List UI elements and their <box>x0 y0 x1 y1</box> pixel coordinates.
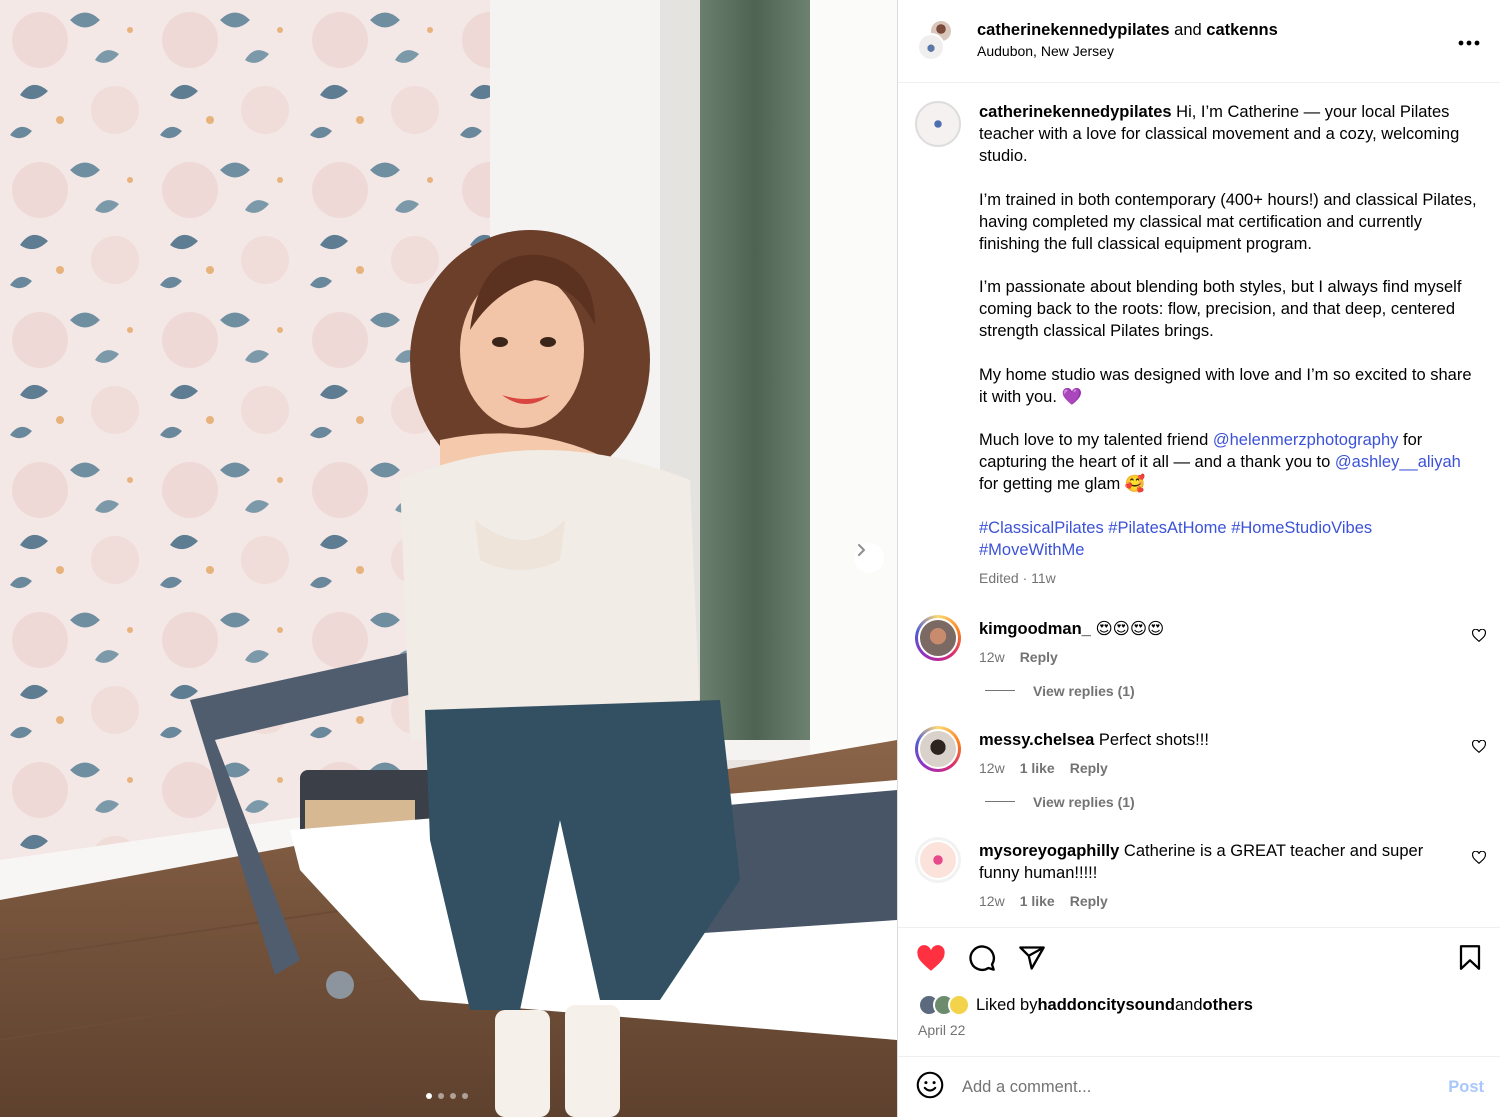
carousel-dot <box>426 1093 432 1099</box>
comment-text: 😍😍😍😍 <box>1090 619 1165 638</box>
collaborator-username[interactable]: catkenns <box>1206 21 1278 39</box>
comment-icon <box>969 945 995 971</box>
reply-button[interactable]: Reply <box>1020 649 1058 665</box>
comment-item: messy.chelsea Perfect shots!!! 12w 1 like… <box>898 725 1500 810</box>
share-icon <box>1019 946 1045 970</box>
like-button[interactable] <box>916 944 946 977</box>
comment-item: mysoreyogaphilly Catherine is a GREAT te… <box>898 836 1500 909</box>
heart-filled-icon <box>917 944 945 971</box>
comment-like-button[interactable] <box>1471 628 1487 647</box>
likes-others-link[interactable]: others <box>1203 996 1253 1015</box>
avatar <box>948 994 970 1016</box>
comment-time[interactable]: 12w <box>979 893 1005 909</box>
avatar <box>917 33 945 61</box>
post-actions <box>916 944 1481 977</box>
comment-item: kimgoodman_ 😍😍😍😍 12w Reply View replies (… <box>898 614 1500 699</box>
caption-text: Much love to my talented friend <box>979 431 1213 449</box>
likes-prefix: Liked by <box>976 995 1038 1014</box>
caption-text: I’m passionate about blending both style… <box>979 278 1462 340</box>
comment-time[interactable]: 12w <box>979 649 1005 665</box>
more-horizontal-icon <box>1458 40 1480 46</box>
carousel-dot <box>450 1093 456 1099</box>
view-replies-label: View replies (1) <box>1033 682 1135 699</box>
reply-button[interactable]: Reply <box>1070 760 1108 776</box>
comments-list[interactable]: catherinekennedypilates Hi, I’m Catherin… <box>898 84 1500 927</box>
post-header: catherinekennedypilates and catkenns Aud… <box>898 0 1500 83</box>
comment-text: Perfect shots!!! <box>1094 730 1209 749</box>
comment-username[interactable]: kimgoodman_ <box>979 620 1091 638</box>
carousel-dot <box>462 1093 468 1099</box>
heart-outline-icon <box>1471 739 1487 753</box>
photo-illustration <box>0 0 897 1117</box>
post-caption: catherinekennedypilates Hi, I’m Catherin… <box>979 101 1480 589</box>
view-replies-label: View replies (1) <box>1033 793 1135 810</box>
comment-like-button[interactable] <box>1471 739 1487 758</box>
mention-link[interactable]: @helenmerzphotography <box>1213 431 1399 449</box>
carousel-indicator <box>426 1093 468 1099</box>
avatar[interactable] <box>915 101 961 147</box>
more-options-button[interactable] <box>1458 30 1480 50</box>
comment-username[interactable]: mysoreyogaphilly <box>979 842 1119 860</box>
add-comment-bar: Post <box>898 1056 1500 1117</box>
post-actions-section: Liked by haddoncitysound and others Apri… <box>898 927 1500 1055</box>
heart-outline-icon <box>1471 850 1487 864</box>
carousel-dot <box>438 1093 444 1099</box>
post-location[interactable]: Audubon, New Jersey <box>977 43 1278 59</box>
caption-text: My home studio was designed with love an… <box>979 365 1472 406</box>
collab-avatars[interactable] <box>917 19 953 61</box>
liker-username[interactable]: haddoncitysound <box>1037 996 1175 1015</box>
post-date[interactable]: April 22 <box>918 1022 965 1038</box>
hashtags[interactable]: #ClassicalPilates #PilatesAtHome #HomeSt… <box>979 517 1480 561</box>
avatar[interactable] <box>915 614 961 661</box>
comment-time[interactable]: 12w <box>979 760 1005 776</box>
author-username[interactable]: catherinekennedypilates <box>977 21 1170 39</box>
caption-block: catherinekennedypilates Hi, I’m Catherin… <box>898 84 1500 589</box>
chevron-right-icon <box>858 544 865 556</box>
view-replies-button[interactable]: View replies (1) <box>979 683 1480 699</box>
avatar[interactable] <box>915 836 961 883</box>
comment-likes[interactable]: 1 like <box>1020 760 1055 776</box>
mention-link[interactable]: @ashley__aliyah <box>1335 453 1461 471</box>
avatar[interactable] <box>915 725 961 772</box>
emoji-icon <box>916 1071 944 1098</box>
emoji-button[interactable] <box>916 1071 944 1104</box>
post-photo[interactable] <box>0 0 897 1117</box>
caption-text: for getting me glam 🥰 <box>979 475 1146 493</box>
bookmark-icon <box>1459 945 1481 970</box>
caption-username[interactable]: catherinekennedypilates <box>979 103 1172 121</box>
heart-outline-icon <box>1471 628 1487 642</box>
comment-username[interactable]: messy.chelsea <box>979 731 1094 749</box>
authors-connector: and <box>1169 21 1207 39</box>
share-button[interactable] <box>1018 944 1046 977</box>
reply-button[interactable]: Reply <box>1070 893 1108 909</box>
comment-likes[interactable]: 1 like <box>1020 893 1055 909</box>
post-comment-button[interactable]: Post <box>1448 1078 1484 1097</box>
liker-avatars[interactable] <box>918 994 970 1016</box>
save-button[interactable] <box>1458 944 1482 976</box>
comment-button[interactable] <box>968 944 996 977</box>
likes-summary: Liked by haddoncitysound and others <box>918 994 1253 1016</box>
likes-connector: and <box>1174 995 1203 1014</box>
caption-text: I’m trained in both contemporary (400+ h… <box>979 190 1477 253</box>
post-side-panel: catherinekennedypilates and catkenns Aud… <box>897 0 1500 1117</box>
carousel-next-button[interactable] <box>854 543 884 573</box>
comment-like-button[interactable] <box>1471 850 1487 869</box>
view-replies-button[interactable]: View replies (1) <box>979 794 1480 810</box>
comment-input[interactable] <box>962 1077 1402 1097</box>
post-authors: catherinekennedypilates and catkenns <box>977 20 1278 40</box>
caption-meta: Edited · 11w <box>979 569 1056 586</box>
